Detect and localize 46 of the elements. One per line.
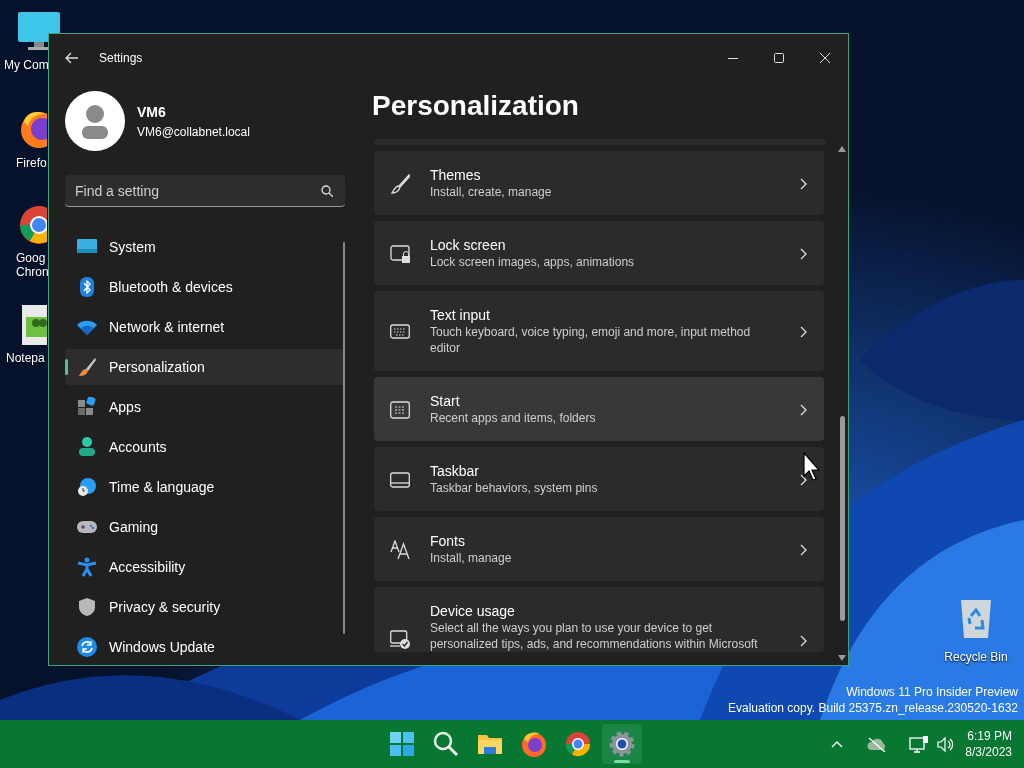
setting-card[interactable]: Themes Install, create, manage (374, 151, 824, 215)
card-subtitle: Recent apps and items, folders (430, 410, 597, 426)
nav-item[interactable]: Time & language (65, 469, 345, 505)
clock[interactable]: 6:19 PM 8/3/2023 (961, 728, 1016, 760)
icon-label: Notepa (5, 351, 45, 365)
window-title: Settings (99, 50, 143, 67)
user-name: VM6 (137, 102, 167, 122)
setting-card[interactable]: Device usage Select all the ways you plan to use your device to get personalized tips, ads, and recommendations within Microsoft (374, 587, 824, 652)
build-info-text: Evaluation copy. Build 25375.zn_release.230520-1632 (728, 700, 1018, 716)
card-subtitle: Taskbar behaviors, system pins (430, 480, 599, 496)
setting-card[interactable]: Fonts Install, manage (374, 517, 824, 581)
icon-label: Chron (15, 265, 49, 279)
card-title: Fonts (430, 532, 466, 550)
icon-label: Firefo (15, 156, 47, 170)
card-subtitle: Select all the ways you plan to use your device to get personalized tips, ads, and recommendations within Microsoft (430, 620, 759, 652)
card-subtitle: Install, create, manage (430, 184, 553, 200)
card-title: Lock screen (430, 236, 507, 254)
icon-label: Goog (15, 251, 46, 265)
nav-item[interactable]: Network & internet (65, 309, 345, 345)
card-title: Taskbar (430, 462, 481, 480)
nav-item[interactable]: Bluetooth & devices (65, 269, 345, 305)
icon-label: My Com (4, 58, 49, 72)
nav-item[interactable]: Privacy & security (65, 589, 345, 625)
card-title: Text input (430, 306, 491, 324)
card-subtitle: Install, manage (430, 550, 513, 566)
setting-card[interactable]: Text input Touch keyboard, voice typing, emoji and more, input method editor (374, 291, 824, 371)
nav-item[interactable]: Accessibility (65, 549, 345, 585)
card-title: Start (430, 392, 461, 410)
setting-card[interactable]: Lock screen Lock screen images, apps, animations (374, 221, 824, 285)
build-info-text: Windows 11 Pro Insider Preview (845, 684, 1018, 700)
nav-item[interactable]: Windows Update (65, 629, 345, 665)
search-field[interactable]: Find a setting (65, 175, 345, 207)
card-subtitle: Lock screen images, apps, animations (430, 254, 636, 270)
nav-item[interactable]: Gaming (65, 509, 345, 545)
nav-item[interactable]: Apps (65, 389, 345, 425)
icon-label: Recycle Bin (944, 649, 1008, 666)
nav-item[interactable]: System (65, 229, 345, 265)
setting-card[interactable]: Taskbar Taskbar behaviors, system pins (374, 447, 824, 511)
card-subtitle: Touch keyboard, voice typing, emoji and more, input method editor (430, 324, 752, 356)
nav-item[interactable]: Personalization (65, 349, 345, 385)
user-email: VM6@collabnet.local (137, 123, 250, 141)
card-title: Themes (430, 166, 482, 184)
nav-item[interactable]: Accounts (65, 429, 345, 465)
page-title: Personalization (372, 89, 580, 123)
setting-card[interactable]: Start Recent apps and items, folders (374, 377, 824, 441)
card-title: Device usage (430, 602, 516, 620)
